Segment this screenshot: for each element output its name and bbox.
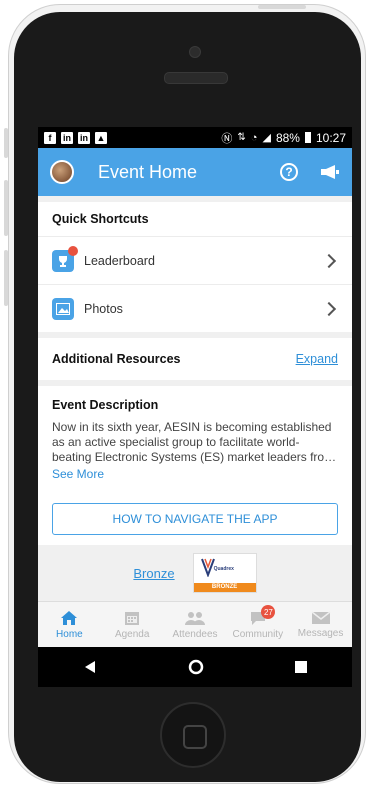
main-content: Quick Shortcuts Leaderboard Photos Addit… [38,196,352,601]
linkedin-icon: in [61,131,73,144]
notification-dot [68,245,78,256]
linkedin-icon: in [78,131,90,144]
page-title: Event Home [98,161,198,182]
sponsor-logo-tier: BRONZE [193,583,256,592]
how-to-navigate-button[interactable]: HOW TO NAVIGATE THE APP [52,503,338,535]
people-icon [184,612,205,625]
data-transfer-icon: ⇅ [237,132,246,143]
back-icon[interactable] [83,660,97,674]
photo-icon [52,297,74,320]
status-bar: f in in ▲ Ⓝ ⇅ ◔ ◢ 88% 10:27 [38,127,352,148]
chevron-right-icon [321,301,337,316]
phone-side-button [4,180,8,236]
calendar-icon [125,612,140,625]
battery-icon [304,132,311,143]
tab-label: Community [232,629,284,640]
home-icon [61,611,78,625]
tab-label: Home [56,629,83,640]
facebook-icon: f [44,131,56,144]
phone-side-button [4,250,8,306]
tab-community[interactable]: 27 Community [226,602,289,648]
battery-percent: 88% [275,130,300,145]
wifi-icon: ◔ [250,131,258,144]
tab-agenda[interactable]: Agenda [101,602,164,648]
tab-label: Messages [297,628,344,639]
sponsor-banner: Bronze Quadrex BRONZE [38,551,352,595]
quick-shortcuts-card: Quick Shortcuts Leaderboard Photos [38,202,352,332]
shortcut-photos[interactable]: Photos [38,284,352,332]
sponsor-logo-name: Quadrex [213,566,234,572]
avatar[interactable] [50,160,74,184]
quick-shortcuts-title: Quick Shortcuts [52,212,149,226]
signal-icon: ◢ [262,132,271,144]
help-icon[interactable]: ? [280,163,298,181]
community-badge: 27 [261,605,276,619]
clock: 10:27 [315,130,346,145]
tab-home[interactable]: Home [38,602,101,648]
phone-side-button [4,128,8,158]
trophy-icon [52,245,78,272]
app-screen: f in in ▲ Ⓝ ⇅ ◔ ◢ 88% 10:27 Event Home ? [38,127,352,687]
additional-resources-title: Additional Resources [52,352,181,366]
phone-top-button [258,5,306,9]
envelope-icon [311,611,331,624]
chevron-right-icon [321,253,337,268]
tab-messages[interactable]: Messages [289,602,352,648]
nfc-icon: Ⓝ [221,132,233,145]
home-circle-icon[interactable] [188,659,204,675]
expand-link[interactable]: Expand [296,352,338,366]
sponsor-tier-link[interactable]: Bronze [133,566,174,581]
earpiece-speaker [164,72,228,84]
recents-icon[interactable] [294,661,307,673]
app-header: Event Home ? [38,148,352,196]
event-description-card: Event Description Now in its sixth year,… [38,386,352,545]
physical-home-button[interactable] [160,702,226,768]
tab-label: Agenda [114,629,150,640]
image-icon: ▲ [95,131,107,144]
shortcut-leaderboard[interactable]: Leaderboard [38,236,352,284]
front-camera [189,46,201,58]
tab-label: Attendees [172,629,218,640]
event-description-title: Event Description [52,398,159,412]
event-description-text: Now in its sixth year, AESIN is becoming… [52,420,337,464]
additional-resources-row: Additional Resources Expand [38,338,352,380]
tab-attendees[interactable]: Attendees [164,602,227,648]
shortcut-label: Leaderboard [84,253,155,268]
sponsor-logo[interactable]: Quadrex BRONZE [192,553,257,593]
megaphone-icon[interactable] [320,164,340,180]
system-nav-bar [38,647,352,687]
see-more-link[interactable]: See More [52,467,338,481]
bottom-tab-bar: Home Agenda Attendees 27 Community Messa… [38,601,352,648]
shortcut-label: Photos [84,301,123,316]
